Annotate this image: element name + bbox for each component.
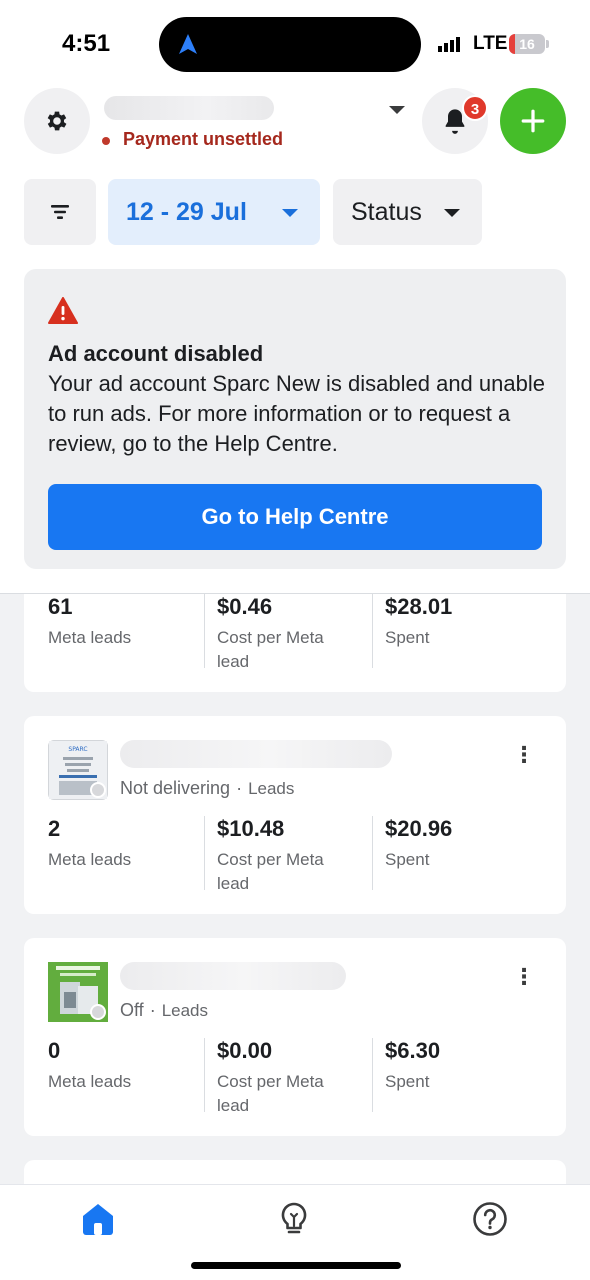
nav-help[interactable] <box>472 1201 508 1237</box>
campaign-status-line: Not delivering · Leads <box>120 778 295 798</box>
help-icon <box>473 1202 507 1236</box>
settings-button[interactable] <box>24 88 90 154</box>
metric-leads: 2 Meta leads <box>48 816 131 872</box>
nav-insights[interactable] <box>276 1201 312 1237</box>
battery-tip <box>546 40 549 48</box>
battery-percent: 16 <box>519 36 535 52</box>
metric-spent: $28.01 Spent <box>385 594 452 650</box>
metric-label: Meta leads <box>48 1072 132 1091</box>
metric-value: $0.46 <box>217 594 273 619</box>
metric-spent: $20.96 Spent <box>385 816 452 872</box>
metric-label: Cost per Meta lead <box>217 1072 324 1115</box>
metric-divider <box>204 816 205 890</box>
network-type: LTE <box>473 33 508 54</box>
metric-divider <box>372 594 373 668</box>
account-switcher-caret-icon[interactable] <box>389 106 405 114</box>
campaign-objective: Leads <box>161 1001 209 1020</box>
alert-section: Ad account disabled Your ad account Spar… <box>0 264 590 594</box>
home-icon <box>83 1204 113 1235</box>
more-options-icon[interactable]: ⋮ <box>513 964 535 990</box>
metric-spent: $6.30 Spent <box>385 1038 440 1094</box>
metric-divider <box>372 816 373 890</box>
payment-status-dot <box>102 137 110 145</box>
metric-label: Meta leads <box>48 628 132 647</box>
svg-text:SPARC: SPARC <box>68 746 87 753</box>
metric-value: 2 <box>48 816 61 841</box>
ad-account-disabled-alert: Ad account disabled Your ad account Spar… <box>24 269 566 569</box>
metric-value: $20.96 <box>385 816 453 841</box>
campaign-card[interactable]: 61 Meta leads $0.46 Cost per Meta lead $… <box>24 594 566 692</box>
metric-label: Meta leads <box>48 850 132 869</box>
create-button[interactable] <box>500 88 566 154</box>
status-dot <box>90 1004 106 1020</box>
metric-value: $6.30 <box>385 1038 441 1063</box>
metric-divider <box>372 1038 373 1112</box>
date-range-selector[interactable]: 12 - 29 Jul <box>108 179 320 245</box>
campaign-name-redacted <box>120 962 346 990</box>
navigation-arrow-icon <box>179 34 197 54</box>
metric-divider <box>204 1038 205 1112</box>
gear-icon <box>47 111 67 131</box>
go-to-help-centre-button[interactable]: Go to Help Centre <box>48 484 542 550</box>
filter-icon <box>51 205 69 219</box>
header: Payment unsettled 3 12 - 29 Jul Status <box>0 84 590 264</box>
metric-label: Cost per Meta lead <box>217 628 324 671</box>
nav-home[interactable] <box>80 1201 116 1237</box>
payment-status[interactable]: Payment unsettled <box>123 129 283 150</box>
campaign-card[interactable]: ⋮ Off · Leads 0 Meta leads $0.00 Cost per … <box>24 938 566 1136</box>
delivery-status: Not delivering <box>120 778 231 798</box>
campaign-name-redacted <box>120 740 392 768</box>
status-filter[interactable]: Status <box>333 179 482 245</box>
filter-button[interactable] <box>24 179 96 245</box>
metric-value: $0.00 <box>217 1038 273 1063</box>
alert-title: Ad account disabled <box>48 341 264 366</box>
plus-icon <box>521 109 545 133</box>
alert-body: Your ad account Sparc New is disabled an… <box>48 371 545 456</box>
clock: 4:51 <box>62 30 111 57</box>
status-filter-label: Status <box>351 197 422 226</box>
campaign-objective: Leads <box>248 779 295 798</box>
chevron-down-icon <box>444 209 460 217</box>
metric-leads: 61 Meta leads <box>48 594 131 650</box>
cellular-signal-icon <box>438 37 460 52</box>
more-options-icon[interactable]: ⋮ <box>513 742 535 768</box>
metric-cost-per-lead: $0.00 Cost per Meta lead <box>217 1038 357 1118</box>
metric-label: Spent <box>385 628 430 647</box>
battery-icon: 16 <box>509 34 545 54</box>
campaign-status-line: Off · Leads <box>120 1000 209 1020</box>
metric-label: Spent <box>385 850 430 869</box>
date-range-label: 12 - 29 Jul <box>126 197 247 226</box>
metric-leads: 0 Meta leads <box>48 1038 131 1094</box>
metric-label: Cost per Meta lead <box>217 850 324 893</box>
metric-value: $10.48 <box>217 816 285 841</box>
warning-icon <box>48 297 78 324</box>
metric-cost-per-lead: $10.48 Cost per Meta lead <box>217 816 357 896</box>
metric-label: Spent <box>385 1072 430 1091</box>
account-name-redacted[interactable] <box>104 96 274 120</box>
chevron-down-icon <box>282 209 298 217</box>
delivery-status: Off <box>120 1000 144 1020</box>
campaign-card[interactable]: SPARC ⋮ Not delivering · Leads 2 Meta lead… <box>24 716 566 914</box>
lightbulb-icon <box>281 1202 307 1234</box>
home-indicator <box>191 1262 401 1269</box>
metric-value: 61 <box>48 594 73 619</box>
metric-divider <box>204 594 205 668</box>
metric-value: $28.01 <box>385 594 453 619</box>
metric-value: 0 <box>48 1038 61 1063</box>
status-dot <box>90 782 106 798</box>
notification-badge: 3 <box>462 95 488 121</box>
status-bar: 4:51 LTE 16 <box>0 0 590 84</box>
metric-cost-per-lead: $0.46 Cost per Meta lead <box>217 594 357 674</box>
